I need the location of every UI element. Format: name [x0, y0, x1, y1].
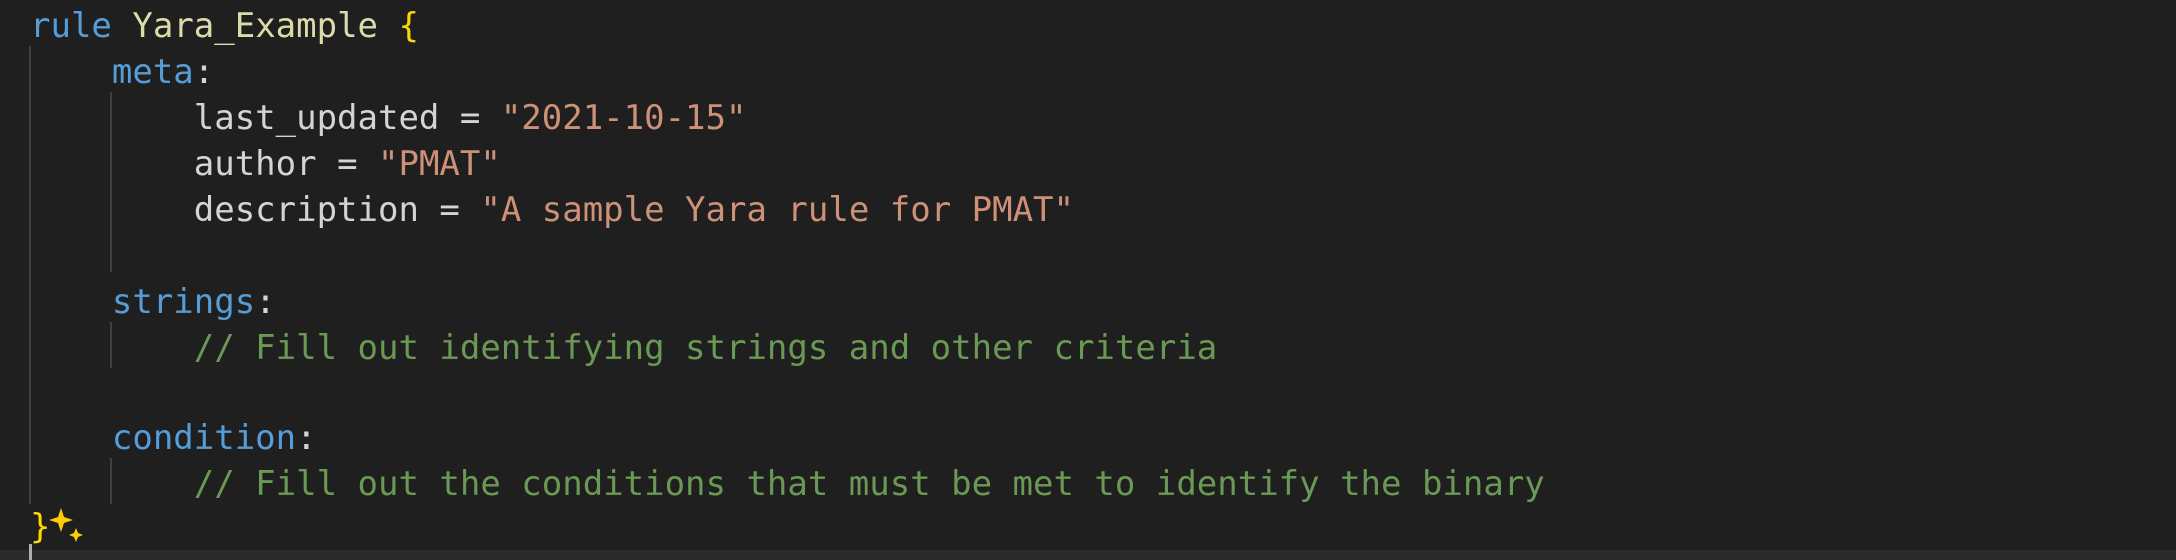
meta-value: "PMAT"	[378, 144, 501, 184]
comment: // Fill out the conditions that must be …	[193, 464, 1545, 504]
colon: :	[255, 282, 276, 322]
open-brace: {	[398, 6, 419, 46]
colon: :	[193, 52, 215, 92]
equals-operator: =	[316, 144, 379, 184]
code-line-strings[interactable]: strings:	[30, 279, 276, 325]
equals-operator: =	[418, 190, 481, 230]
meta-key: last_updated	[193, 98, 440, 138]
editor-bottom-edge	[0, 550, 2176, 560]
code-line-last-updated[interactable]: last_updated = "2021-10-15"	[30, 95, 747, 141]
rule-keyword: rule	[30, 6, 112, 46]
code-line-condition[interactable]: condition:	[30, 415, 317, 461]
code-line-meta[interactable]: meta:	[30, 49, 214, 95]
code-line-description[interactable]: description = "A sample Yara rule for PM…	[30, 187, 1074, 233]
meta-keyword: meta	[111, 52, 194, 92]
equals-operator: =	[439, 98, 501, 138]
strings-keyword: strings	[111, 282, 256, 322]
sparkle-icon[interactable]	[48, 506, 86, 544]
comment: // Fill out identifying strings and othe…	[193, 328, 1218, 368]
code-line-author[interactable]: author = "PMAT"	[30, 141, 501, 187]
rule-name: Yara_Example	[132, 6, 379, 46]
meta-value: "A sample Yara rule for PMAT"	[480, 190, 1074, 230]
meta-key: author	[193, 144, 317, 184]
code-line-strings-comment[interactable]: // Fill out identifying strings and othe…	[30, 325, 1218, 371]
code-line-rule-header[interactable]: rule Yara_Example {	[30, 3, 419, 49]
meta-key: description	[193, 190, 419, 230]
code-editor[interactable]: rule Yara_Example { meta: last_updated =…	[0, 0, 2176, 560]
code-line-condition-comment[interactable]: // Fill out the conditions that must be …	[30, 461, 1545, 507]
condition-keyword: condition	[111, 418, 297, 458]
colon: :	[296, 418, 317, 458]
text-cursor	[29, 544, 32, 560]
meta-value: "2021-10-15"	[500, 98, 747, 138]
